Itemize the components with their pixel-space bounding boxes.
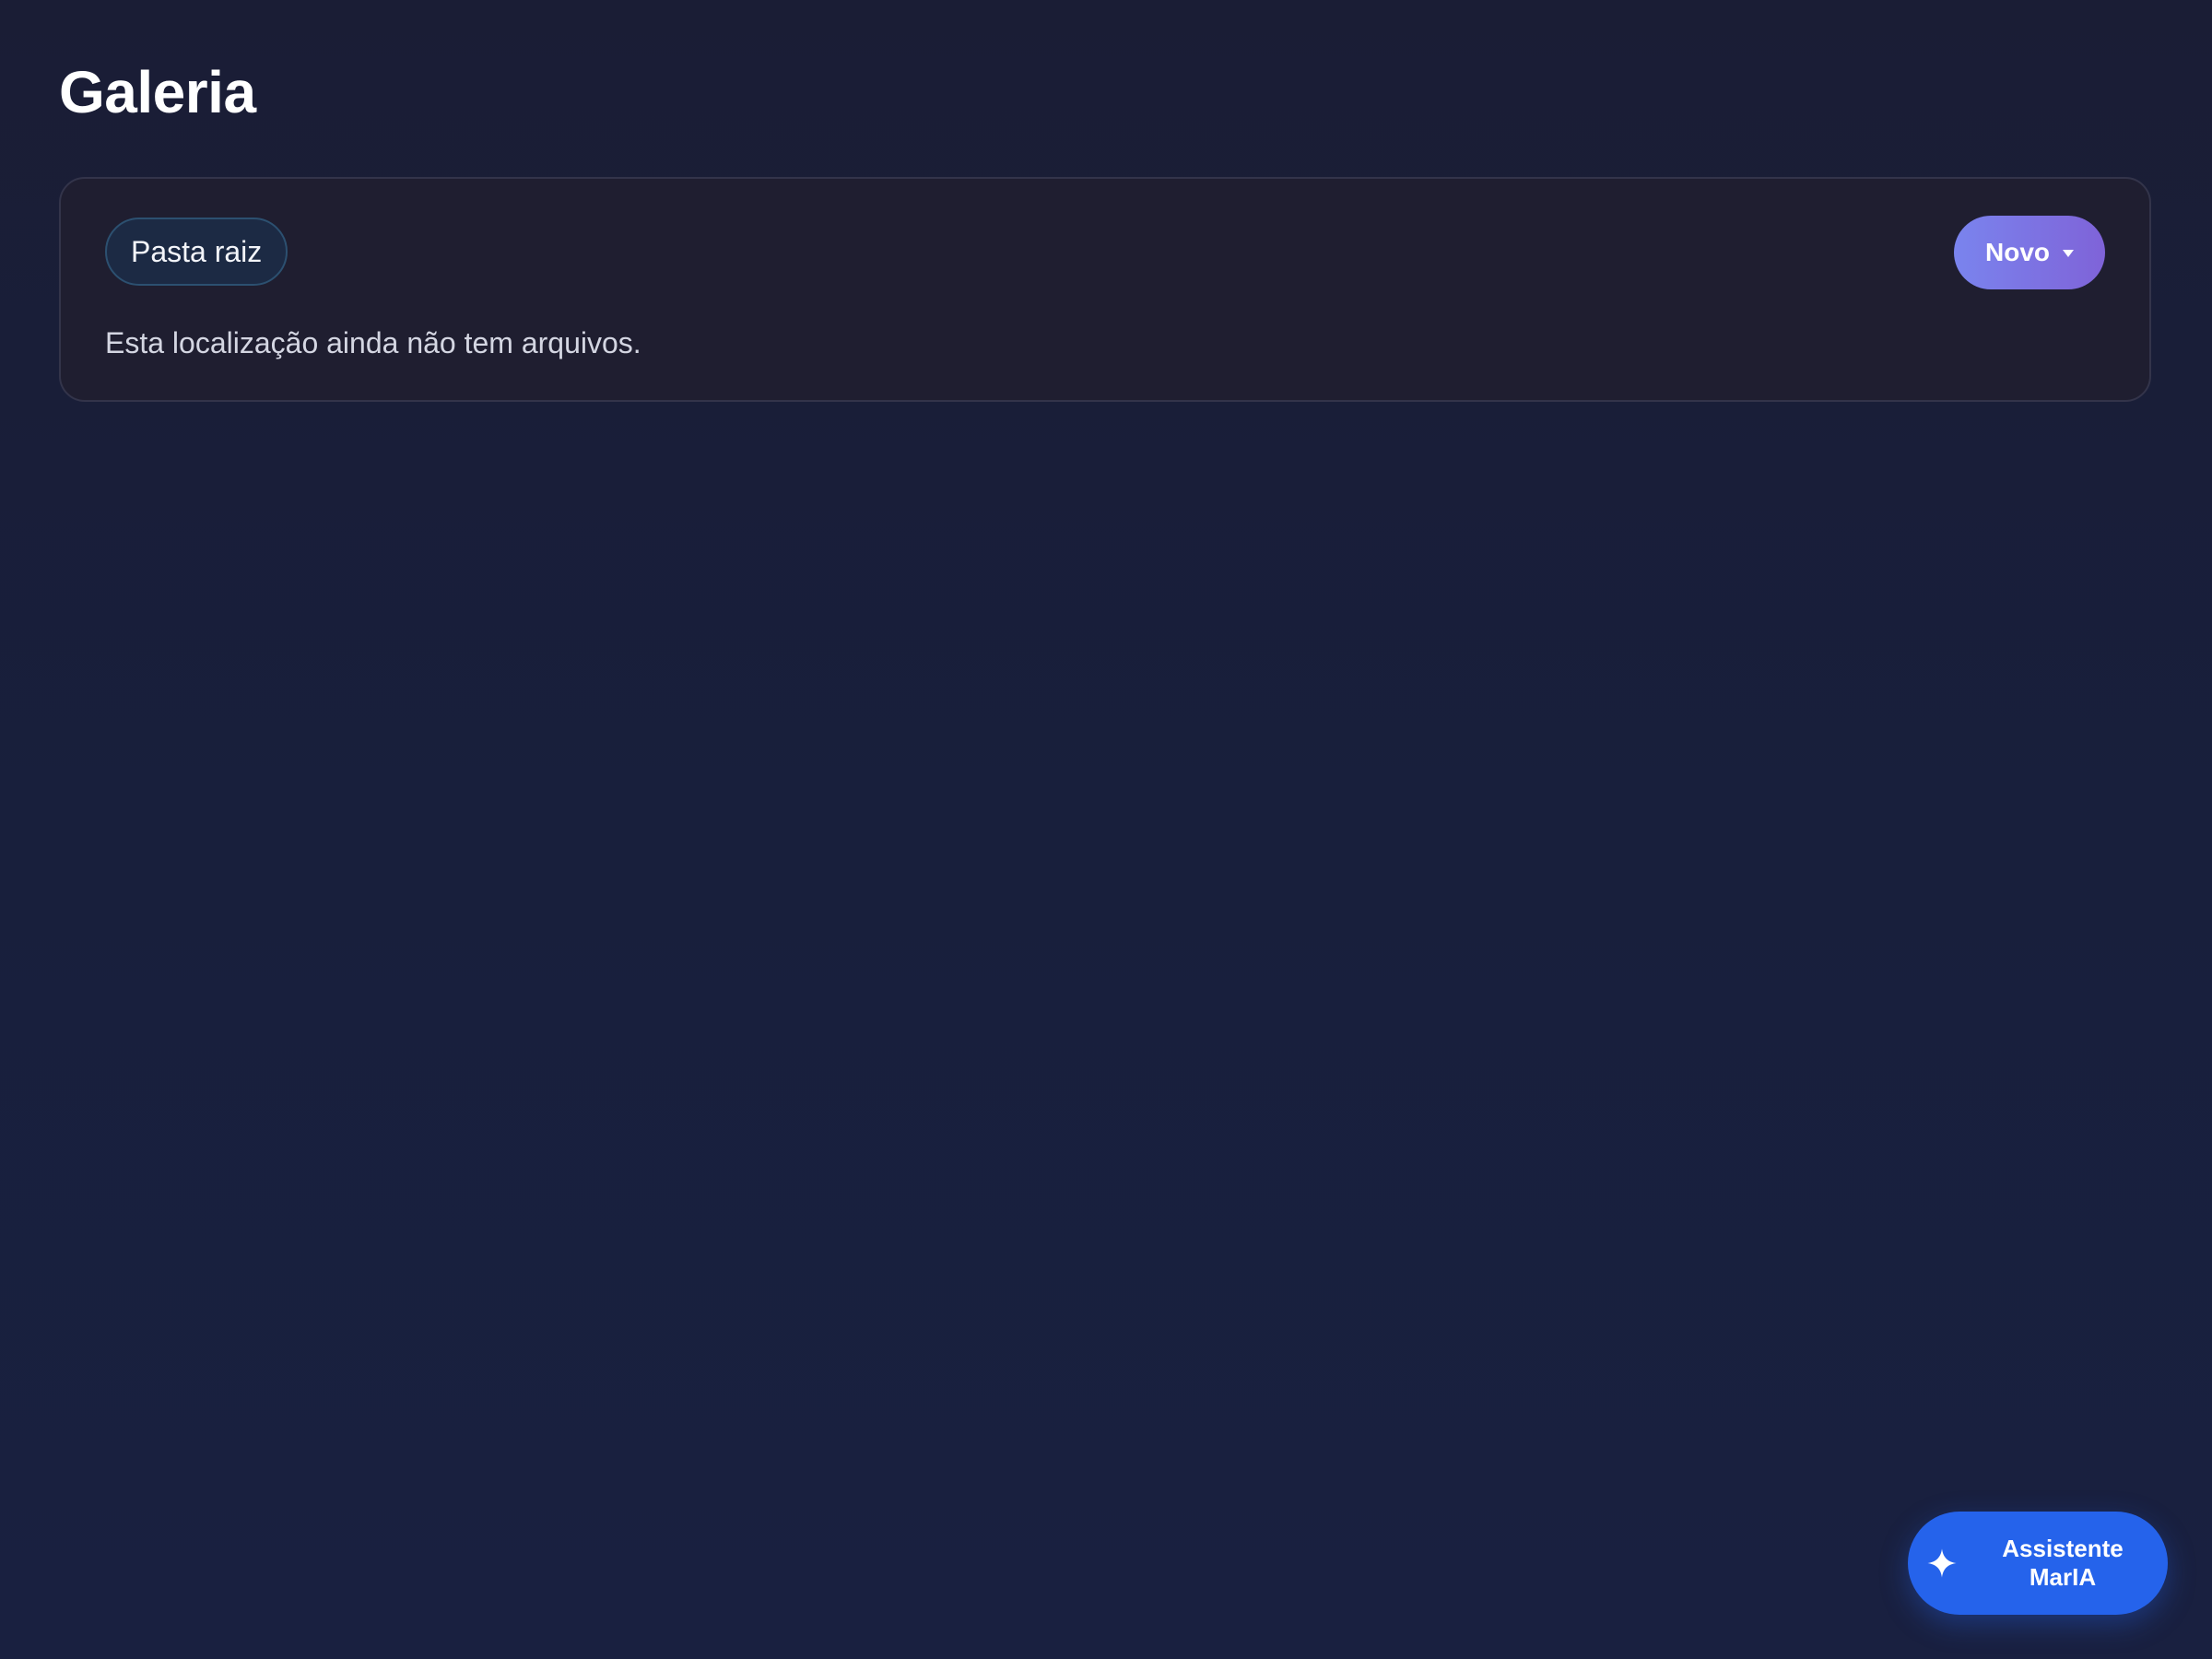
new-button[interactable]: Novo: [1954, 216, 2105, 289]
chevron-down-icon: [2063, 250, 2074, 257]
assistant-button[interactable]: Assistente MarIA: [1908, 1512, 2168, 1615]
assistant-button-label: Assistente MarIA: [2002, 1535, 2124, 1591]
page-title: Galeria: [59, 59, 256, 125]
empty-state-message: Esta localização ainda não tem arquivos.: [105, 326, 641, 359]
gallery-panel: Pasta raiz Novo Esta localização ainda n…: [59, 177, 2151, 402]
breadcrumb-root-folder[interactable]: Pasta raiz: [105, 218, 288, 286]
new-button-label: Novo: [1985, 238, 2050, 266]
sparkle-icon: [1926, 1547, 1958, 1579]
